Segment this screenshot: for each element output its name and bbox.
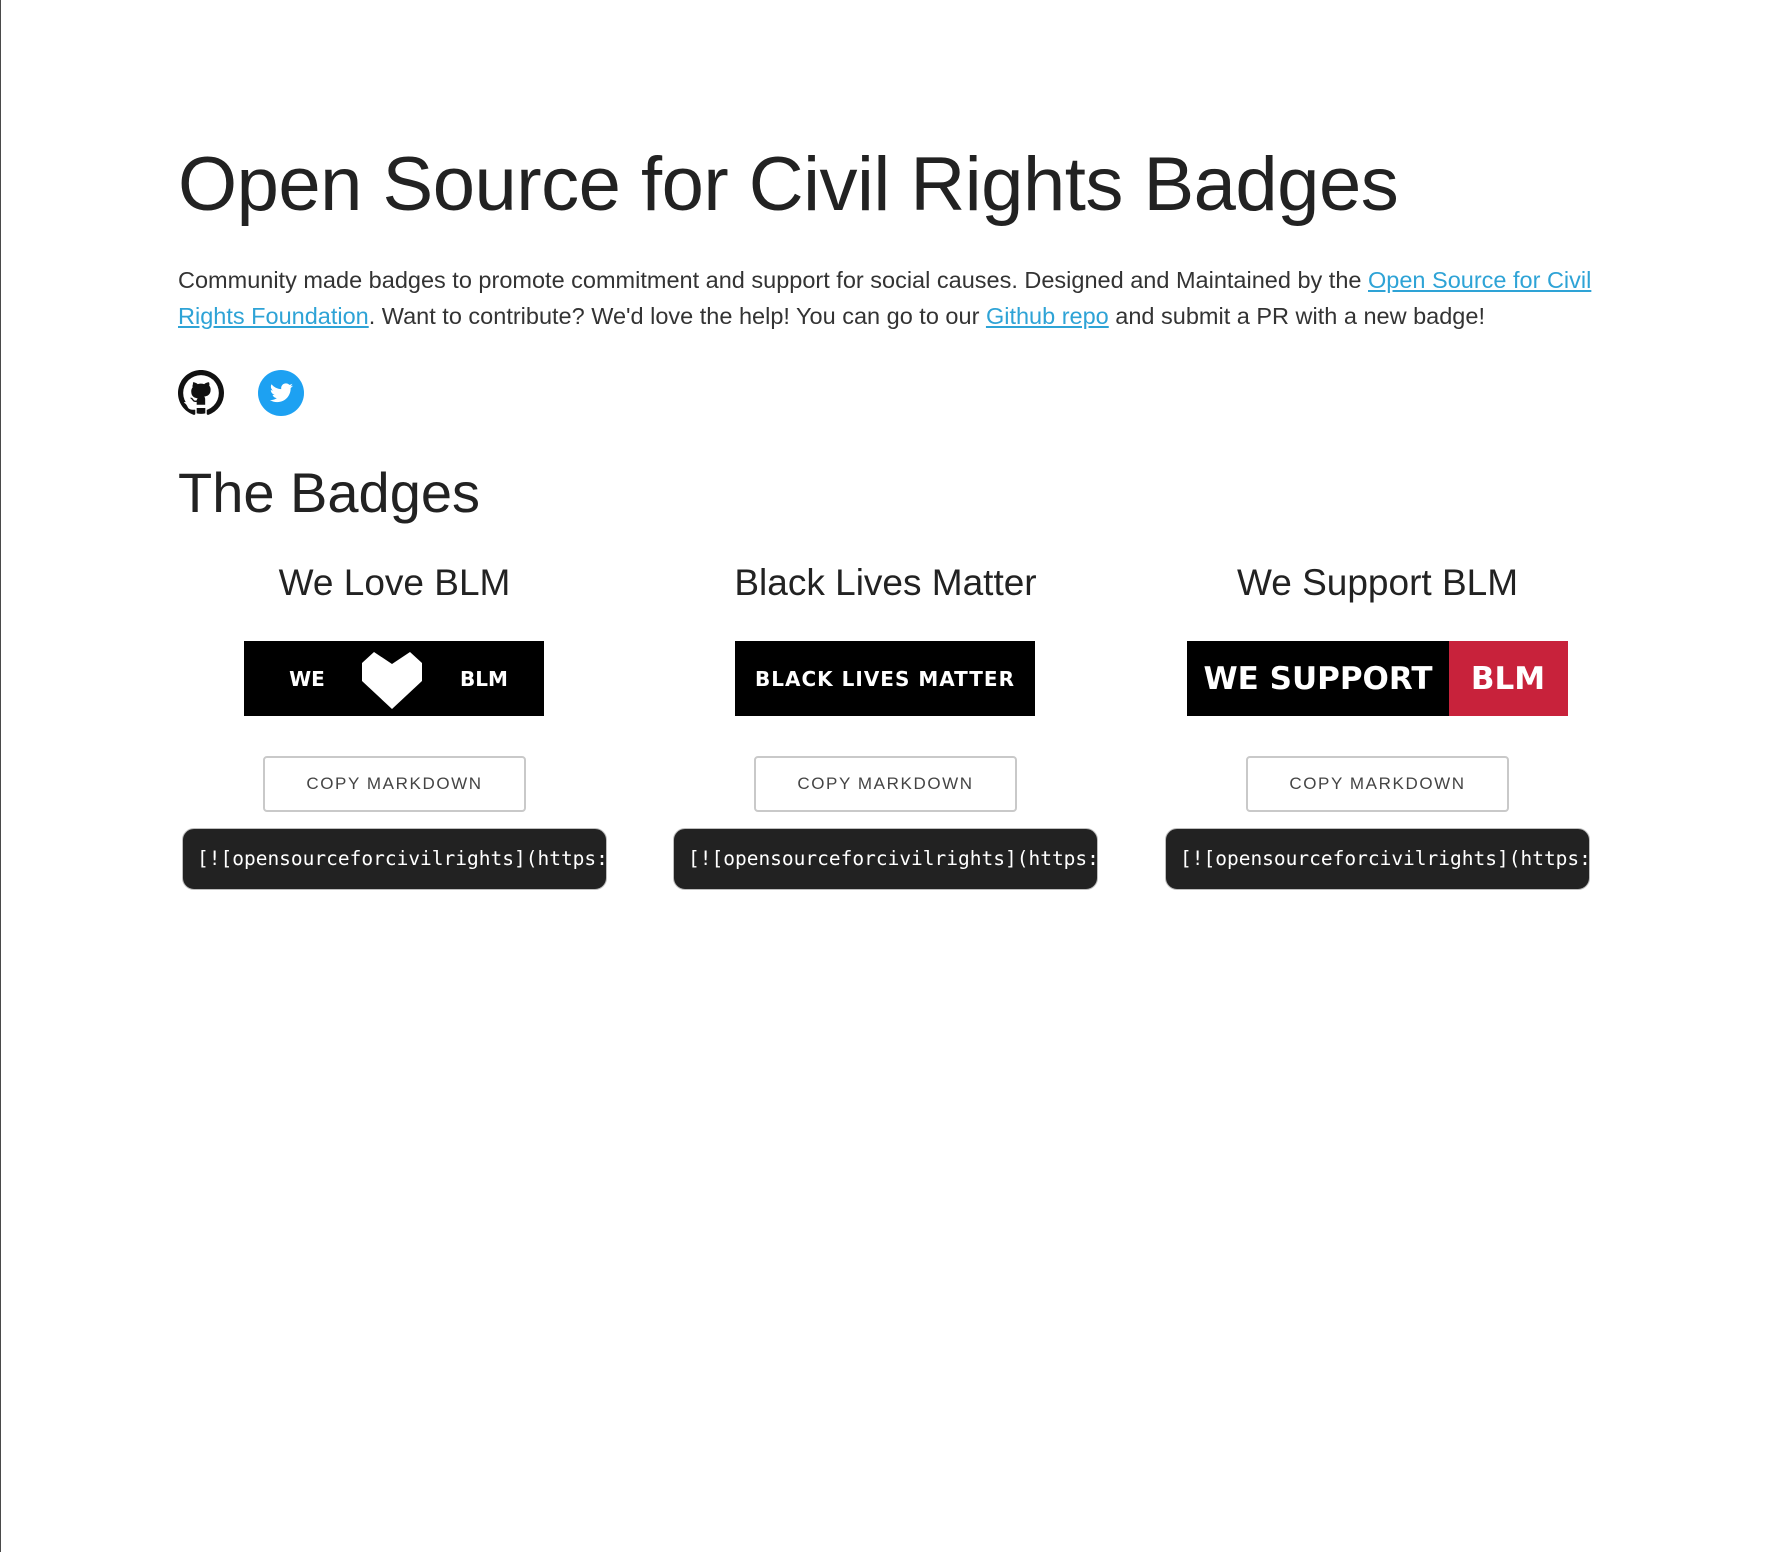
social-links xyxy=(178,370,304,416)
badge-image-we-love-blm: WE BLM xyxy=(244,641,544,716)
badge-card: We Support BLM WE SUPPORT BLM COPY MARKD… xyxy=(1165,560,1590,900)
badge-title: We Support BLM xyxy=(1236,562,1519,603)
copy-markdown-button[interactable]: COPY MARKDOWN xyxy=(754,756,1017,812)
badge-text-we-support: WE SUPPORT xyxy=(1203,661,1432,697)
markdown-code-field[interactable]: [![opensourceforcivilrights](https:// xyxy=(1165,828,1590,890)
page-title: Open Source for Civil Rights Badges xyxy=(178,142,1399,227)
copy-markdown-button[interactable]: COPY MARKDOWN xyxy=(1246,756,1509,812)
badge-text-blm: BLM xyxy=(460,667,508,691)
window-left-border xyxy=(0,0,1,1552)
badge-title: Black Lives Matter xyxy=(734,562,1037,603)
badge-image-we-support-blm: WE SUPPORT BLM xyxy=(1187,641,1568,716)
intro-text: and submit a PR with a new badge! xyxy=(1108,303,1485,329)
intro-paragraph: Community made badges to promote commitm… xyxy=(178,262,1593,334)
badge-text: BLACK LIVES MATTER xyxy=(755,667,1015,691)
github-icon xyxy=(178,370,224,415)
section-title: The Badges xyxy=(178,461,480,524)
badge-title: We Love BLM xyxy=(278,562,511,603)
twitter-link[interactable] xyxy=(258,370,304,416)
github-link[interactable] xyxy=(178,370,224,416)
badge-card: Black Lives Matter BLACK LIVES MATTER CO… xyxy=(673,560,1098,900)
markdown-code-field[interactable]: [![opensourceforcivilrights](https:// xyxy=(182,828,607,890)
badge-card: We Love BLM WE BLM COPY MARKDOWN [![open… xyxy=(182,560,607,900)
badge-image-black-lives-matter: BLACK LIVES MATTER xyxy=(735,641,1035,716)
copy-markdown-button[interactable]: COPY MARKDOWN xyxy=(263,756,526,812)
github-repo-link[interactable]: Github repo xyxy=(986,303,1109,329)
intro-text: Community made badges to promote commitm… xyxy=(178,267,1368,293)
markdown-code-field[interactable]: [![opensourceforcivilrights](https:// xyxy=(673,828,1098,890)
intro-text: . Want to contribute? We'd love the help… xyxy=(368,303,986,329)
twitter-icon xyxy=(258,370,304,416)
badge-text-blm: BLM xyxy=(1471,661,1545,697)
badge-text-we: WE xyxy=(289,667,325,691)
